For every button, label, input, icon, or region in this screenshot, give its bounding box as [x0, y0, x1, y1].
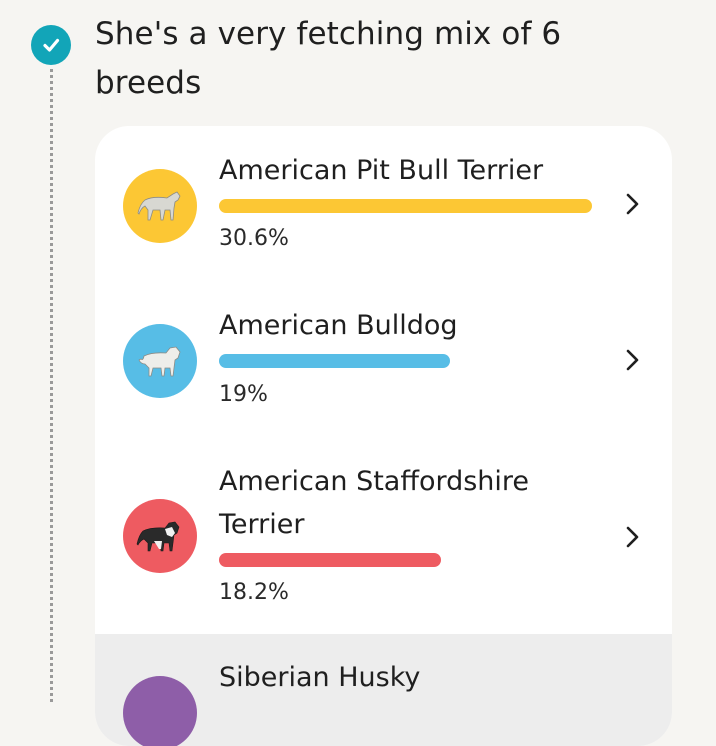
breed-breakdown-card: American Pit Bull Terrier 30.6% American…	[95, 126, 672, 746]
breed-name: American Staffordshire Terrier	[219, 466, 530, 540]
breed-percentage-bar	[219, 354, 592, 368]
chevron-right-icon	[626, 349, 639, 371]
breed-percentage: 18.2%	[219, 580, 289, 605]
breed-row-american-bulldog[interactable]: American Bulldog 19%	[95, 282, 672, 436]
dog-husky-icon	[123, 676, 197, 746]
breed-name: American Bulldog	[219, 310, 458, 341]
breed-percentage-bar-fill	[219, 553, 441, 567]
breed-percentage-bar-fill	[219, 354, 451, 368]
chevron-right-icon	[626, 526, 639, 548]
breed-percentage-bar	[219, 553, 592, 567]
dog-staffordshire-icon	[123, 499, 197, 573]
breed-percentage-bar-fill	[219, 199, 592, 213]
chevron-right-icon	[626, 193, 639, 215]
dog-pit-bull-icon	[123, 169, 197, 243]
breed-row-american-staffordshire-terrier[interactable]: American Staffordshire Terrier 18.2%	[95, 436, 672, 634]
breed-name: Siberian Husky	[219, 662, 421, 693]
timeline-connector	[50, 62, 53, 702]
breed-row-siberian-husky[interactable]: Siberian Husky	[95, 634, 672, 746]
breed-row-american-pit-bull-terrier[interactable]: American Pit Bull Terrier 30.6%	[95, 126, 672, 282]
dog-bulldog-icon	[123, 324, 197, 398]
breed-percentage-bar	[219, 199, 592, 213]
section-title: She's a very fetching mix of 6 breeds	[95, 16, 562, 101]
checkmark-icon	[31, 25, 71, 65]
breed-percentage: 19%	[219, 382, 268, 407]
breed-name: American Pit Bull Terrier	[219, 155, 544, 186]
breed-percentage: 30.6%	[219, 226, 289, 251]
